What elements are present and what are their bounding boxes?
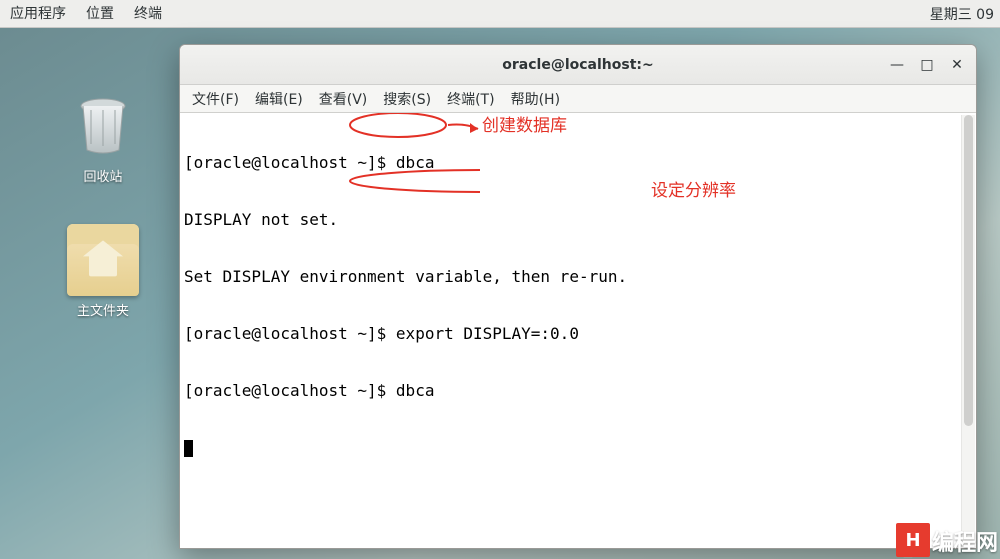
terminal-scrollbar[interactable] <box>961 115 975 547</box>
desktop-home-icon[interactable]: 主文件夹 <box>58 224 148 319</box>
terminal-line: DISPLAY not set. <box>184 210 972 229</box>
terminal-line: [oracle@localhost ~]$ dbca <box>184 381 972 400</box>
terminal-cursor-line <box>184 438 972 457</box>
terminal-line: Set DISPLAY environment variable, then r… <box>184 267 972 286</box>
window-close-button[interactable]: ✕ <box>944 53 970 77</box>
trash-icon <box>67 90 139 162</box>
topbar-terminal[interactable]: 终端 <box>124 0 172 28</box>
desktop-home-label: 主文件夹 <box>58 300 148 319</box>
terminal-cursor <box>184 440 193 457</box>
terminal-line: [oracle@localhost ~]$ export DISPLAY=:0.… <box>184 324 972 343</box>
menu-view[interactable]: 查看(V) <box>311 89 376 109</box>
annotation-set-resolution: 设定分辨率 <box>651 181 736 200</box>
annotation-overlay <box>180 113 480 263</box>
topbar-clock: 星期三 09 <box>930 4 1000 24</box>
desktop-topbar: 应用程序 位置 终端 星期三 09 <box>0 0 1000 28</box>
topbar-places[interactable]: 位置 <box>76 0 124 28</box>
watermark-badge: H <box>896 523 930 557</box>
menu-help[interactable]: 帮助(H) <box>503 89 568 109</box>
terminal-menubar: 文件(F) 编辑(E) 查看(V) 搜索(S) 终端(T) 帮助(H) <box>180 85 976 113</box>
desktop-trash-label: 回收站 <box>58 166 148 185</box>
terminal-window: oracle@localhost:~ — □ ✕ 文件(F) 编辑(E) 查看(… <box>179 44 977 549</box>
window-titlebar[interactable]: oracle@localhost:~ — □ ✕ <box>180 45 976 85</box>
window-minimize-button[interactable]: — <box>884 53 910 77</box>
site-watermark: H 编程网 <box>896 523 998 557</box>
window-maximize-button[interactable]: □ <box>914 53 940 77</box>
terminal-line: [oracle@localhost ~]$ dbca <box>184 153 972 172</box>
scrollbar-thumb[interactable] <box>964 115 973 426</box>
menu-terminal[interactable]: 终端(T) <box>439 89 502 109</box>
menu-file[interactable]: 文件(F) <box>184 89 247 109</box>
window-title: oracle@localhost:~ <box>502 57 653 73</box>
menu-search[interactable]: 搜索(S) <box>375 89 439 109</box>
menu-edit[interactable]: 编辑(E) <box>247 89 311 109</box>
topbar-apps[interactable]: 应用程序 <box>0 0 76 28</box>
terminal-body[interactable]: [oracle@localhost ~]$ dbca DISPLAY not s… <box>180 113 976 548</box>
annotation-create-db: 创建数据库 <box>482 116 567 135</box>
desktop-trash-icon[interactable]: 回收站 <box>58 90 148 185</box>
watermark-text: 编程网 <box>932 525 998 557</box>
folder-home-icon <box>67 224 139 296</box>
